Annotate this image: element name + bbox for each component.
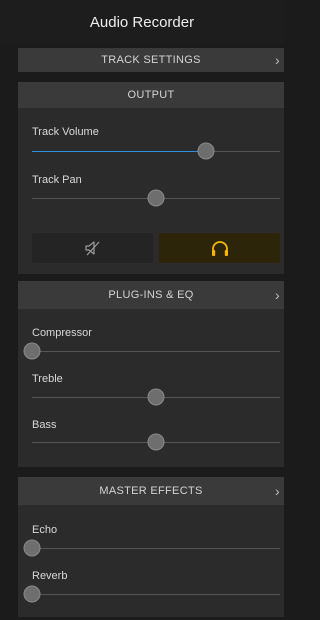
track-settings-header[interactable]: TRACK SETTINGS › (18, 48, 284, 72)
treble-thumb[interactable] (147, 388, 165, 406)
treble-label: Treble (32, 373, 63, 385)
track-settings-label: TRACK SETTINGS (101, 54, 201, 66)
reverb-thumb[interactable] (23, 585, 41, 603)
mute-button[interactable] (32, 233, 153, 263)
monitor-headphones-button[interactable] (159, 233, 280, 263)
chevron-right-icon: › (275, 483, 280, 499)
plugins-eq-header[interactable]: PLUG-INS & EQ › (18, 281, 284, 309)
master-effects-label: MASTER EFFECTS (99, 485, 203, 497)
track-volume-slider[interactable] (32, 142, 280, 160)
track-volume-thumb[interactable] (197, 142, 215, 160)
track-pan-label: Track Pan (32, 174, 82, 186)
headphones-icon (211, 241, 228, 256)
reverb-label: Reverb (32, 570, 68, 582)
output-header: OUTPUT (18, 82, 284, 108)
title-bar: Audio Recorder (0, 0, 284, 44)
master-effects-header[interactable]: MASTER EFFECTS › (18, 477, 284, 505)
speaker-mute-icon (84, 241, 99, 256)
bass-label: Bass (32, 419, 57, 431)
track-volume-fill (32, 151, 206, 152)
chevron-right-icon: › (275, 52, 280, 68)
chevron-right-icon: › (275, 287, 280, 303)
echo-slider[interactable] (23, 539, 280, 557)
bass-slider[interactable] (32, 433, 280, 451)
treble-slider[interactable] (32, 388, 280, 406)
plugins-eq-label: PLUG-INS & EQ (108, 289, 194, 301)
output-label: OUTPUT (127, 89, 175, 101)
echo-label: Echo (32, 524, 58, 536)
track-pan-thumb[interactable] (147, 189, 165, 207)
app-title: Audio Recorder (89, 13, 195, 31)
echo-thumb[interactable] (23, 539, 41, 557)
bass-thumb[interactable] (147, 433, 165, 451)
compressor-slider[interactable] (23, 342, 280, 360)
reverb-slider[interactable] (23, 585, 280, 603)
compressor-thumb[interactable] (23, 342, 41, 360)
track-volume-label: Track Volume (32, 126, 99, 138)
compressor-label: Compressor (32, 327, 92, 339)
track-pan-slider[interactable] (32, 189, 280, 207)
